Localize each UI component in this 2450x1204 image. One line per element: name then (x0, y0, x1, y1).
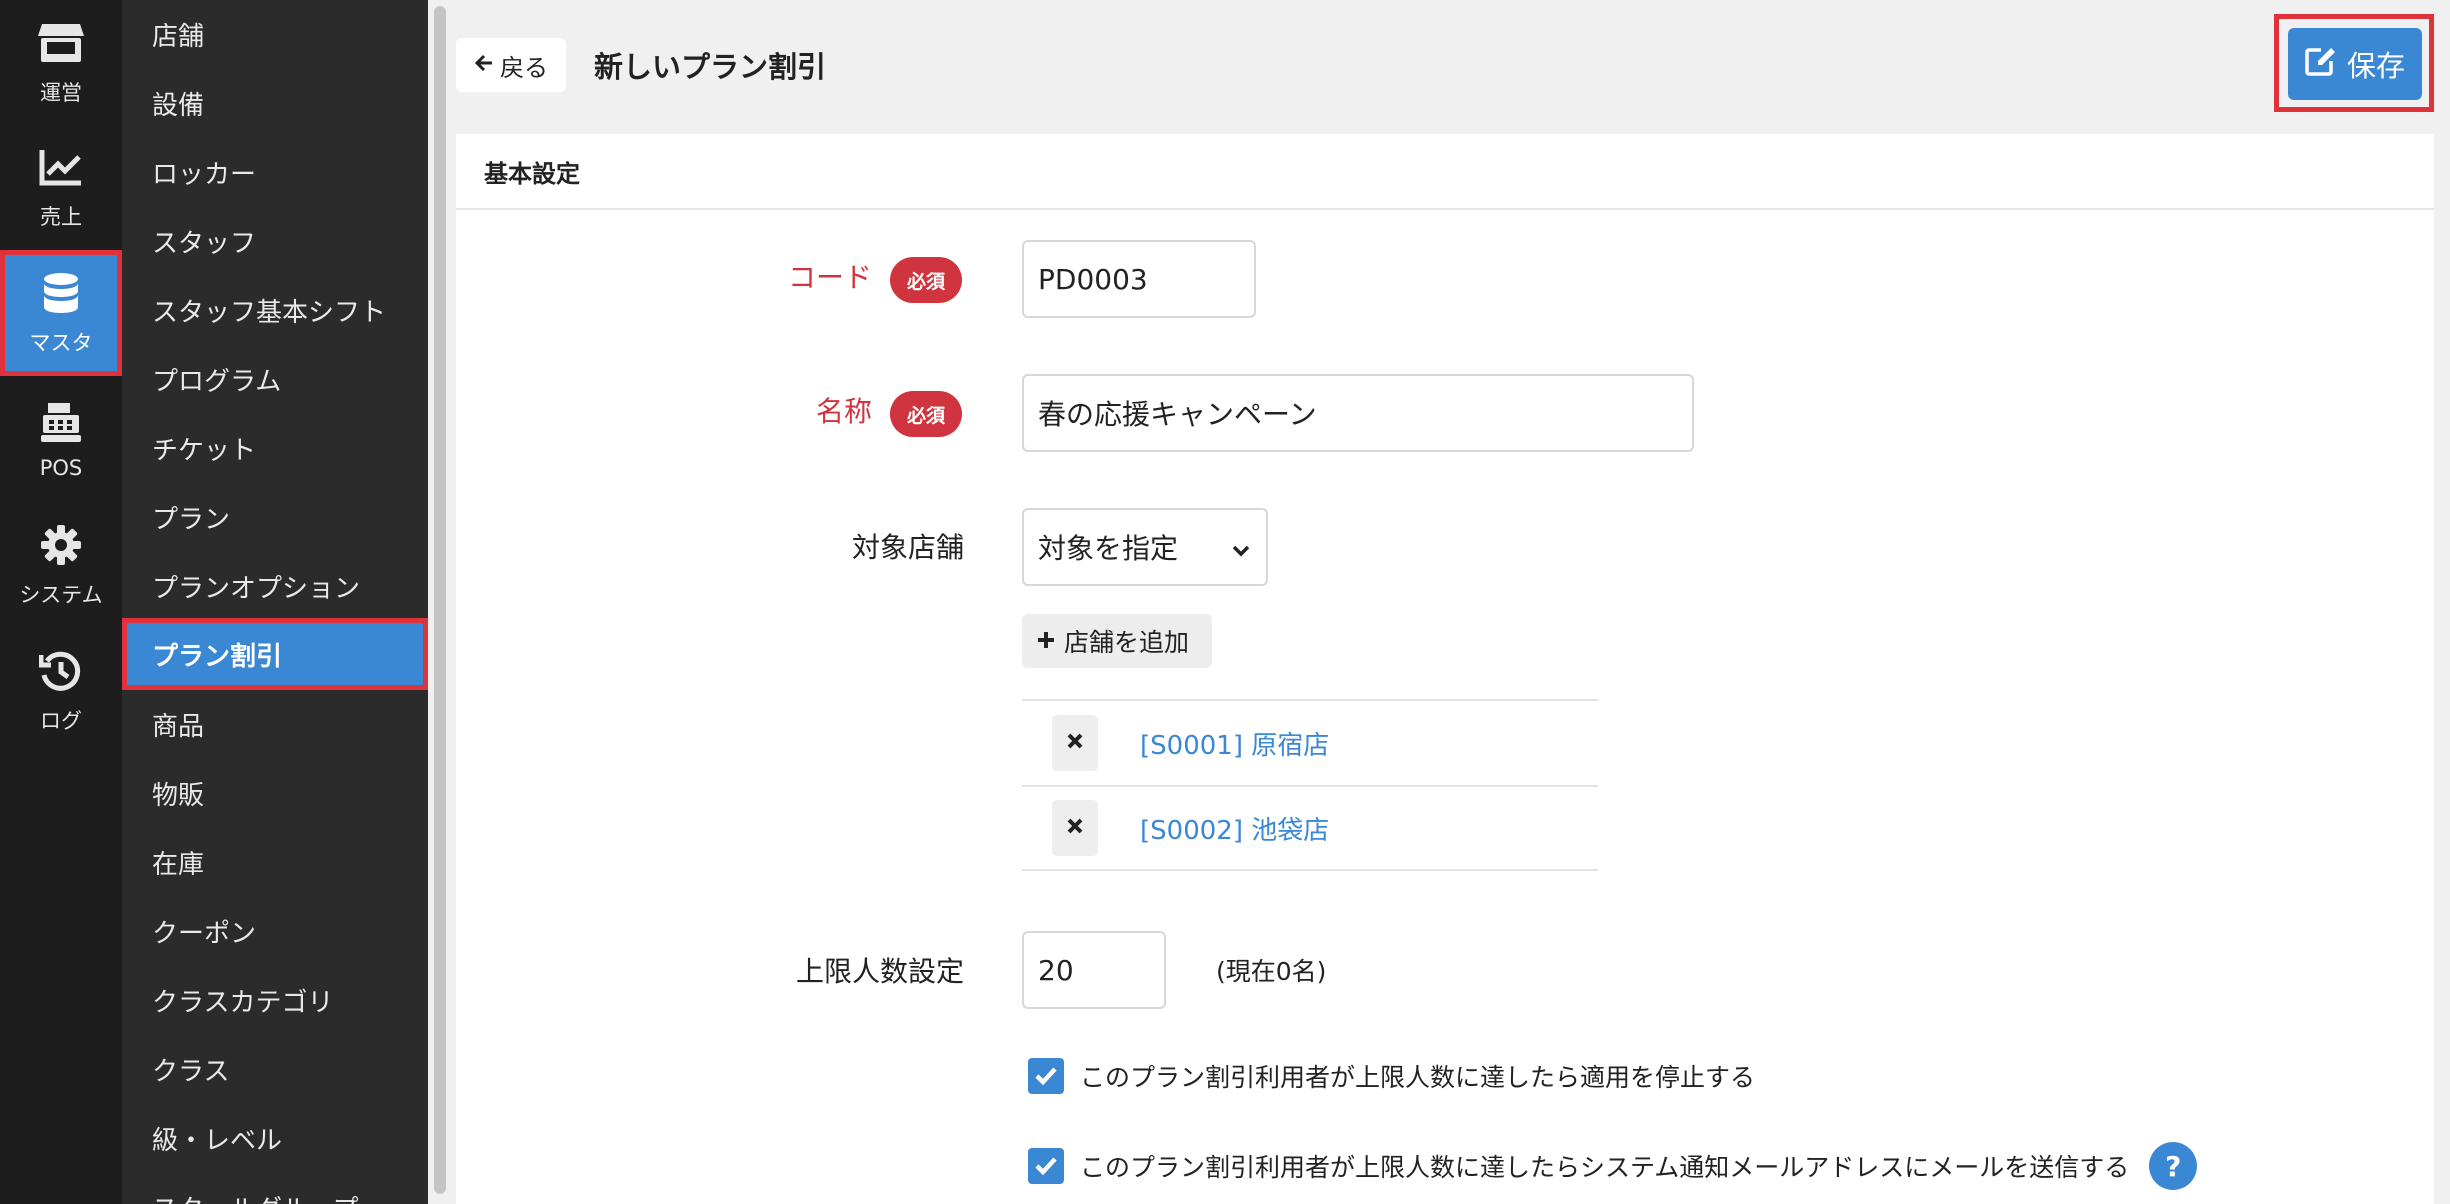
nav-item-staff-shift[interactable]: スタッフ基本シフト (122, 276, 428, 345)
nav-item-facilities[interactable]: 設備 (122, 69, 428, 138)
close-icon (1066, 817, 1084, 839)
nav-item-levels[interactable]: 級・レベル (122, 1104, 428, 1173)
nav-item-school-groups[interactable]: スクールグループ (122, 1173, 428, 1204)
nav-scrollbar[interactable] (428, 0, 454, 1204)
nav-item-plan-discounts[interactable]: プラン割引 (122, 618, 428, 690)
limit-label: 上限人数設定 (795, 955, 964, 988)
rail-label: システム (19, 583, 103, 607)
nav-item-tickets[interactable]: チケット (122, 414, 428, 483)
nav-item-stores[interactable]: 店舗 (122, 0, 428, 69)
store-row: [S0001] 原宿店 (1022, 699, 1598, 785)
stop-on-limit-label: このプラン割引利用者が上限人数に達したら適用を停止する (1080, 1063, 1756, 1092)
nav-item-inventory[interactable]: 在庫 (122, 828, 428, 897)
settings-panel: 基本設定 (456, 134, 2434, 1204)
nav-item-programs[interactable]: プログラム (122, 345, 428, 414)
cash-register-icon (37, 398, 85, 446)
panel-title: 基本設定 (456, 134, 2434, 210)
code-label: コード (787, 261, 872, 294)
nav-item-plan-options[interactable]: プランオプション (122, 552, 428, 621)
master-nav: 店舗 設備 ロッカー スタッフ スタッフ基本シフト プログラム チケット プラン… (122, 0, 428, 1204)
plus-icon (1036, 627, 1056, 656)
chart-line-icon (37, 143, 85, 191)
name-input[interactable]: 春の応援キャンペーン (1022, 374, 1694, 452)
rail-label: 売上 (40, 205, 82, 229)
nav-item-lockers[interactable]: ロッカー (122, 138, 428, 207)
history-icon (37, 647, 85, 695)
nav-item-staff[interactable]: スタッフ (122, 207, 428, 276)
mail-on-limit-row: このプラン割引利用者が上限人数に達したらシステム通知メールアドレスにメールを送信… (1028, 1142, 2198, 1190)
rail-label: 運営 (40, 81, 82, 105)
nav-item-classes[interactable]: クラス (122, 1035, 428, 1104)
store-row: [S0002] 池袋店 (1022, 785, 1598, 871)
nav-item-products[interactable]: 商品 (122, 690, 428, 759)
add-store-button[interactable]: 店舗を追加 (1022, 614, 1212, 668)
nav-item-class-categories[interactable]: クラスカテゴリ (122, 966, 428, 1035)
stores-select[interactable]: 対象を指定 (1022, 508, 1268, 586)
add-store-label: 店舗を追加 (1064, 628, 1190, 657)
remove-store-button[interactable] (1052, 715, 1098, 771)
mail-on-limit-checkbox[interactable] (1028, 1148, 1064, 1184)
name-label: 名称 (815, 395, 872, 428)
close-icon (1066, 732, 1084, 754)
code-input[interactable]: PD0003 (1022, 240, 1256, 318)
arrow-left-icon (474, 51, 494, 79)
chevron-down-icon (1232, 531, 1250, 564)
rail-label: POS (39, 456, 83, 480)
nav-item-plans[interactable]: プラン (122, 483, 428, 552)
icon-rail: 運営 売上 マスタ POS システム ログ (0, 0, 122, 1204)
save-label: 保存 (2346, 49, 2405, 83)
rail-item-log[interactable]: ログ (0, 628, 122, 754)
help-icon[interactable]: ? (2149, 1142, 2198, 1190)
rail-item-system[interactable]: システム (0, 502, 122, 628)
page-title: 新しいプラン割引 (594, 50, 827, 84)
limit-note: (現在0名) (1216, 957, 1327, 986)
rail-item-master[interactable]: マスタ (0, 250, 122, 376)
remove-store-button[interactable] (1052, 800, 1098, 856)
stores-select-value: 対象を指定 (1038, 532, 1179, 565)
rail-item-sales[interactable]: 売上 (0, 124, 122, 250)
limit-input[interactable]: 20 (1022, 931, 1166, 1009)
edit-icon (2305, 46, 2337, 83)
gear-icon (37, 521, 85, 569)
rail-label: マスタ (29, 331, 93, 355)
rail-item-operations[interactable]: 運営 (0, 0, 122, 126)
store-link[interactable]: [S0001] 原宿店 (1140, 725, 1329, 762)
back-label: 戻る (500, 53, 548, 82)
stop-on-limit-row: このプラン割引利用者が上限人数に達したら適用を停止する (1028, 1058, 1755, 1094)
required-badge: 必須 (890, 257, 962, 303)
database-icon (37, 269, 85, 317)
nav-item-coupons[interactable]: クーポン (122, 897, 428, 966)
rail-item-pos[interactable]: POS (0, 376, 122, 502)
save-highlight: 保存 (2274, 14, 2434, 112)
rail-label: ログ (40, 709, 82, 733)
stores-label: 対象店舗 (851, 531, 964, 564)
nav-item-merch[interactable]: 物販 (122, 759, 428, 828)
save-button[interactable]: 保存 (2288, 28, 2422, 100)
back-button[interactable]: 戻る (456, 38, 566, 92)
scrollbar-thumb[interactable] (434, 6, 446, 1194)
store-link[interactable]: [S0002] 池袋店 (1140, 810, 1329, 847)
required-badge: 必須 (890, 391, 962, 437)
mail-on-limit-label: このプラン割引利用者が上限人数に達したらシステム通知メールアドレスにメールを送信… (1080, 1153, 2130, 1182)
store-icon (37, 19, 85, 67)
stop-on-limit-checkbox[interactable] (1028, 1058, 1064, 1094)
